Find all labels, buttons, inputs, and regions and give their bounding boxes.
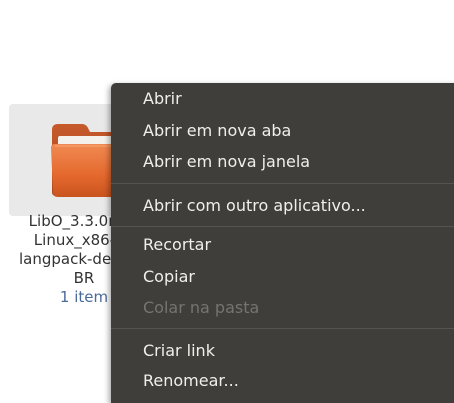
- menu-item-copy[interactable]: Copiar: [111, 262, 454, 292]
- menu-item-open-new-tab[interactable]: Abrir em nova aba: [111, 116, 454, 146]
- menu-item-open-with-other-app[interactable]: Abrir com outro aplicativo...: [111, 191, 454, 221]
- menu-item-make-link[interactable]: Criar link: [111, 336, 454, 366]
- menu-item-open-new-window[interactable]: Abrir em nova janela: [111, 147, 454, 177]
- menu-item-rename[interactable]: Renomear...: [111, 366, 454, 396]
- menu-item-cut[interactable]: Recortar: [111, 230, 454, 260]
- menu-separator: [111, 226, 454, 227]
- menu-separator: [111, 328, 454, 329]
- menu-item-paste-into-folder: Colar na pasta: [143, 298, 260, 317]
- context-menu: Abrir Abrir em nova aba Abrir em nova ja…: [111, 83, 454, 403]
- menu-item-open[interactable]: Abrir: [111, 84, 454, 114]
- menu-separator: [111, 183, 454, 184]
